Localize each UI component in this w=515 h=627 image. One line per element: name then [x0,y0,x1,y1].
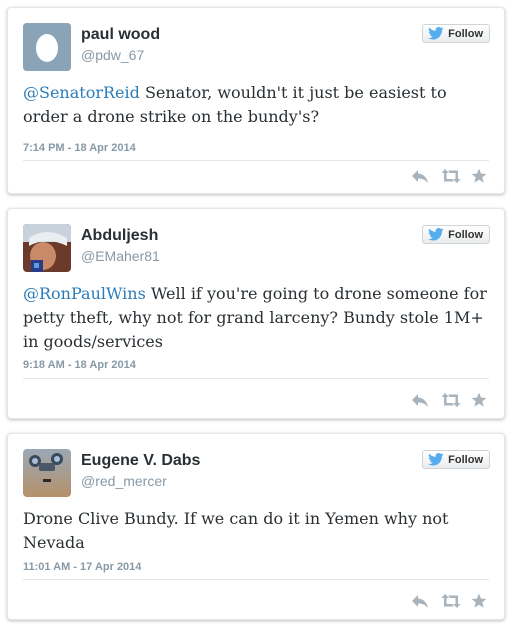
follow-label: Follow [448,27,483,40]
egg-avatar-icon [23,23,71,71]
tweet-date[interactable]: 11:01 AM - 17 Apr 2014 [23,561,141,573]
tweet-text: @SenatorReid Senator, wouldn't it just b… [23,81,489,129]
divider [23,160,489,161]
tweet-card: paul wood @pdw_67 Follow @SenatorReid Se… [7,7,505,194]
user-name[interactable]: paul wood [81,26,160,44]
tweet-text: Drone Clive Bundy. If we can do it in Ye… [23,507,489,555]
tweet-actions [411,168,489,184]
drone-photo-icon [23,449,71,497]
bird-icon [428,27,444,40]
tweet-body: Drone Clive Bundy. If we can do it in Ye… [23,509,449,552]
retweet-icon[interactable] [441,593,461,609]
favorite-icon[interactable] [471,168,489,184]
divider [23,579,489,580]
user-handle[interactable]: @pdw_67 [81,47,144,63]
tweet-text: @RonPaulWins Well if you're going to dro… [23,282,489,354]
user-handle[interactable]: @EMaher81 [81,248,160,264]
avatar[interactable] [23,224,71,272]
tweet-actions [411,392,489,408]
follow-button[interactable]: Follow [422,225,490,244]
bird-icon [428,453,444,466]
tweet-actions [411,593,489,609]
follow-label: Follow [448,228,483,241]
retweet-icon[interactable] [441,168,461,184]
favorite-icon[interactable] [471,392,489,408]
tweet-card: Abduljesh @EMaher81 Follow @RonPaulWins … [7,208,505,419]
user-handle[interactable]: @red_mercer [81,473,167,489]
reply-icon[interactable] [411,168,429,184]
mention-link[interactable]: @SenatorReid [23,83,140,102]
tweet-date[interactable]: 7:14 PM - 18 Apr 2014 [23,142,136,154]
follow-button[interactable]: Follow [422,24,490,43]
reply-icon[interactable] [411,593,429,609]
user-name[interactable]: Eugene V. Dabs [81,452,200,470]
bird-icon [428,228,444,241]
mention-link[interactable]: @RonPaulWins [23,284,146,303]
retweet-icon[interactable] [441,392,461,408]
follow-button[interactable]: Follow [422,450,490,469]
avatar[interactable] [23,449,71,497]
favorite-icon[interactable] [471,593,489,609]
tweet-card: Eugene V. Dabs @red_mercer Follow Drone … [7,433,505,620]
user-name[interactable]: Abduljesh [81,227,158,245]
follow-label: Follow [448,453,483,466]
reply-icon[interactable] [411,392,429,408]
profile-photo-icon [23,224,71,272]
tweet-date[interactable]: 9:18 AM - 18 Apr 2014 [23,359,136,371]
divider [23,378,489,379]
avatar[interactable] [23,23,71,71]
